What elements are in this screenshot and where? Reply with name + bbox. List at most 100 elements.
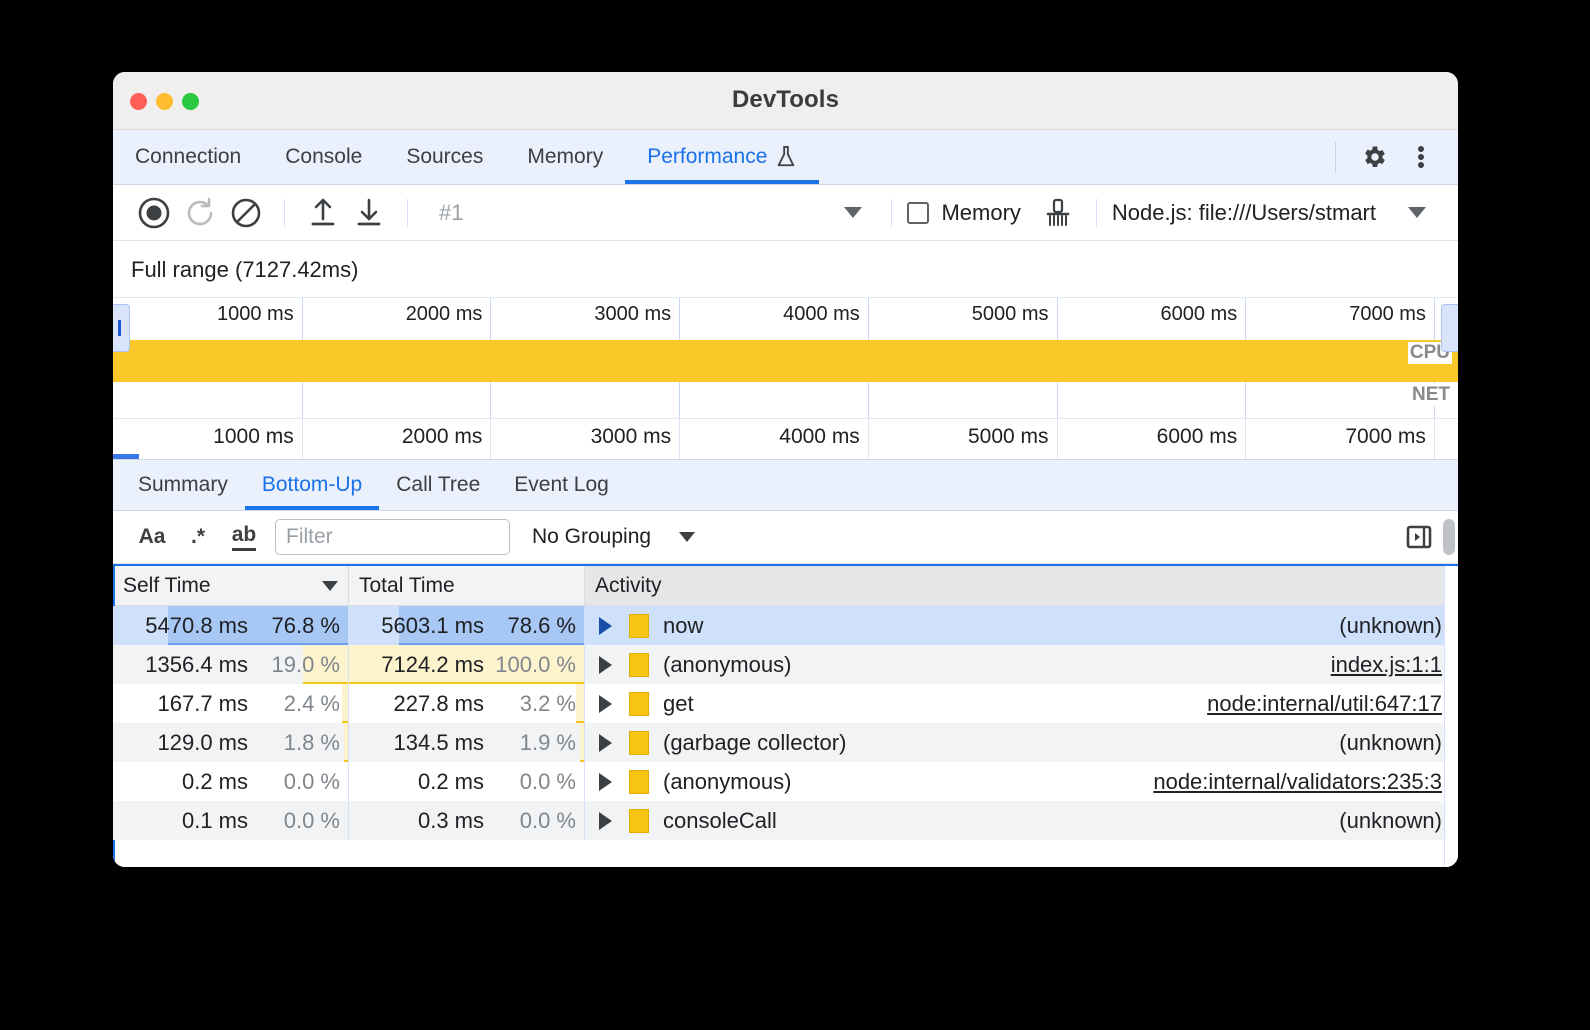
total-time-ms: 7124.2 ms bbox=[381, 652, 484, 678]
column-header-self-time[interactable]: Self Time bbox=[113, 566, 349, 605]
tick-4000: 4000 ms bbox=[783, 303, 868, 326]
column-header-total-time[interactable]: Total Time bbox=[349, 566, 585, 605]
whole-word-icon[interactable]: ab bbox=[221, 517, 267, 557]
tab-connection[interactable]: Connection bbox=[113, 130, 263, 184]
download-profile-icon[interactable] bbox=[346, 190, 392, 236]
record-icon[interactable] bbox=[131, 190, 177, 236]
table-row[interactable]: 129.0 ms1.8 %134.5 ms1.9 %(garbage colle… bbox=[113, 723, 1458, 762]
expand-triangle-icon[interactable] bbox=[599, 812, 612, 830]
cell-self-time: 1356.4 ms19.0 % bbox=[113, 645, 349, 684]
activity-source: (unknown) bbox=[1339, 730, 1442, 756]
net-band-label: NET bbox=[1410, 384, 1452, 406]
total-time-percent: 0.0 % bbox=[484, 808, 576, 834]
target-chevron-down-icon[interactable] bbox=[1394, 190, 1440, 236]
tab-performance-label: Performance bbox=[647, 145, 767, 169]
expand-triangle-icon[interactable] bbox=[599, 773, 612, 791]
collect-garbage-icon[interactable] bbox=[1035, 190, 1081, 236]
range-handle-right[interactable] bbox=[1441, 304, 1458, 352]
tick-6000: 6000 ms bbox=[1161, 303, 1246, 326]
cell-total-time: 0.3 ms0.0 % bbox=[349, 801, 585, 840]
selection-indicator bbox=[113, 454, 139, 459]
column-header-activity-label: Activity bbox=[595, 574, 662, 598]
category-color-swatch bbox=[629, 731, 649, 755]
grouping-chevron-down-icon[interactable] bbox=[679, 532, 695, 542]
self-time-ms: 0.1 ms bbox=[182, 808, 248, 834]
regex-icon[interactable]: .* bbox=[175, 517, 221, 557]
tab-summary-label: Summary bbox=[138, 473, 228, 497]
tab-console-label: Console bbox=[285, 145, 362, 169]
clear-icon[interactable] bbox=[223, 190, 269, 236]
filter-toolbar: Aa .* ab No Grouping bbox=[113, 511, 1458, 564]
tab-bottom-up[interactable]: Bottom-Up bbox=[245, 460, 379, 510]
cell-self-time: 167.7 ms2.4 % bbox=[113, 684, 349, 723]
tick2-5000: 5000 ms bbox=[968, 425, 1057, 449]
total-time-ms: 227.8 ms bbox=[394, 691, 485, 717]
self-time-bar bbox=[344, 723, 348, 762]
filter-input[interactable] bbox=[275, 519, 510, 555]
reload-icon[interactable] bbox=[177, 190, 223, 236]
tab-performance[interactable]: Performance bbox=[625, 130, 819, 184]
tab-console[interactable]: Console bbox=[263, 130, 384, 184]
tab-event-log[interactable]: Event Log bbox=[497, 460, 626, 510]
total-time-ms: 0.2 ms bbox=[418, 769, 484, 795]
cell-total-time: 227.8 ms3.2 % bbox=[349, 684, 585, 723]
tick-2000: 2000 ms bbox=[406, 303, 491, 326]
activity-source-link[interactable]: node:internal/validators:235:3 bbox=[1153, 769, 1442, 795]
table-row[interactable]: 167.7 ms2.4 %227.8 ms3.2 %getnode:intern… bbox=[113, 684, 1458, 723]
expand-triangle-icon[interactable] bbox=[599, 656, 612, 674]
main-tab-bar: Connection Console Sources Memory Perfor… bbox=[113, 130, 1458, 185]
cell-activity: getnode:internal/util:647:17 bbox=[585, 684, 1458, 723]
settings-gear-icon[interactable] bbox=[1354, 136, 1396, 178]
self-time-percent: 0.0 % bbox=[248, 769, 340, 795]
tick2-2000: 2000 ms bbox=[402, 425, 491, 449]
activity-source-link[interactable]: index.js:1:1 bbox=[1331, 652, 1442, 678]
show-sidebar-icon[interactable] bbox=[1396, 517, 1442, 557]
tick2-6000: 6000 ms bbox=[1157, 425, 1246, 449]
tick-3000: 3000 ms bbox=[594, 303, 679, 326]
window-titlebar: DevTools bbox=[113, 72, 1458, 130]
grouping-selector-label[interactable]: No Grouping bbox=[532, 525, 651, 549]
overview-scrollbar-thumb[interactable] bbox=[1443, 519, 1455, 555]
table-row[interactable]: 0.2 ms0.0 %0.2 ms0.0 %(anonymous)node:in… bbox=[113, 762, 1458, 801]
cell-activity: (anonymous)node:internal/validators:235:… bbox=[585, 762, 1458, 801]
timeline-overview: Full range (7127.42ms) 1000 ms 2000 ms 3… bbox=[113, 241, 1458, 459]
table-right-gutter bbox=[1444, 566, 1458, 867]
table-row[interactable]: 5470.8 ms76.8 %5603.1 ms78.6 %now(unknow… bbox=[113, 606, 1458, 645]
total-time-bar bbox=[576, 684, 584, 723]
self-time-bar bbox=[342, 684, 348, 723]
target-selector-label[interactable]: Node.js: file:///Users/stmart bbox=[1112, 200, 1376, 226]
tab-call-tree[interactable]: Call Tree bbox=[379, 460, 497, 510]
cell-activity: consoleCall(unknown) bbox=[585, 801, 1458, 840]
tab-sources[interactable]: Sources bbox=[384, 130, 505, 184]
tab-memory[interactable]: Memory bbox=[505, 130, 625, 184]
column-header-total-time-label: Total Time bbox=[359, 574, 455, 598]
more-options-kebab-icon[interactable] bbox=[1400, 136, 1442, 178]
activity-source-link[interactable]: node:internal/util:647:17 bbox=[1207, 691, 1442, 717]
self-time-ms: 5470.8 ms bbox=[145, 613, 248, 639]
timeline-ruler: 1000 ms 2000 ms 3000 ms 4000 ms 5000 ms … bbox=[113, 419, 1458, 459]
cell-self-time: 0.1 ms0.0 % bbox=[113, 801, 349, 840]
expand-triangle-icon[interactable] bbox=[599, 734, 612, 752]
tab-summary[interactable]: Summary bbox=[121, 460, 245, 510]
bottom-up-table: Self Time Total Time Activity 5470.8 ms7… bbox=[113, 564, 1458, 867]
memory-checkbox-group[interactable]: Memory bbox=[907, 200, 1020, 226]
memory-checkbox[interactable] bbox=[907, 202, 929, 224]
cell-activity: (garbage collector)(unknown) bbox=[585, 723, 1458, 762]
overview-body[interactable]: 1000 ms 2000 ms 3000 ms 4000 ms 5000 ms … bbox=[113, 297, 1458, 419]
match-case-icon[interactable]: Aa bbox=[129, 517, 175, 557]
profile-dropdown-chevron-down-icon[interactable] bbox=[830, 190, 876, 236]
expand-triangle-icon[interactable] bbox=[599, 695, 612, 713]
cell-total-time: 7124.2 ms100.0 % bbox=[349, 645, 585, 684]
tab-call-tree-label: Call Tree bbox=[396, 473, 480, 497]
total-time-bar bbox=[580, 723, 584, 762]
activity-source: (unknown) bbox=[1339, 808, 1442, 834]
divider bbox=[891, 199, 892, 227]
tab-connection-label: Connection bbox=[135, 145, 241, 169]
column-header-activity[interactable]: Activity bbox=[585, 566, 1458, 605]
table-row[interactable]: 0.1 ms0.0 %0.3 ms0.0 %consoleCall(unknow… bbox=[113, 801, 1458, 840]
expand-triangle-icon[interactable] bbox=[599, 617, 612, 635]
category-color-swatch bbox=[629, 770, 649, 794]
upload-profile-icon[interactable] bbox=[300, 190, 346, 236]
table-row[interactable]: 1356.4 ms19.0 %7124.2 ms100.0 %(anonymou… bbox=[113, 645, 1458, 684]
range-handle-left[interactable] bbox=[113, 304, 130, 352]
